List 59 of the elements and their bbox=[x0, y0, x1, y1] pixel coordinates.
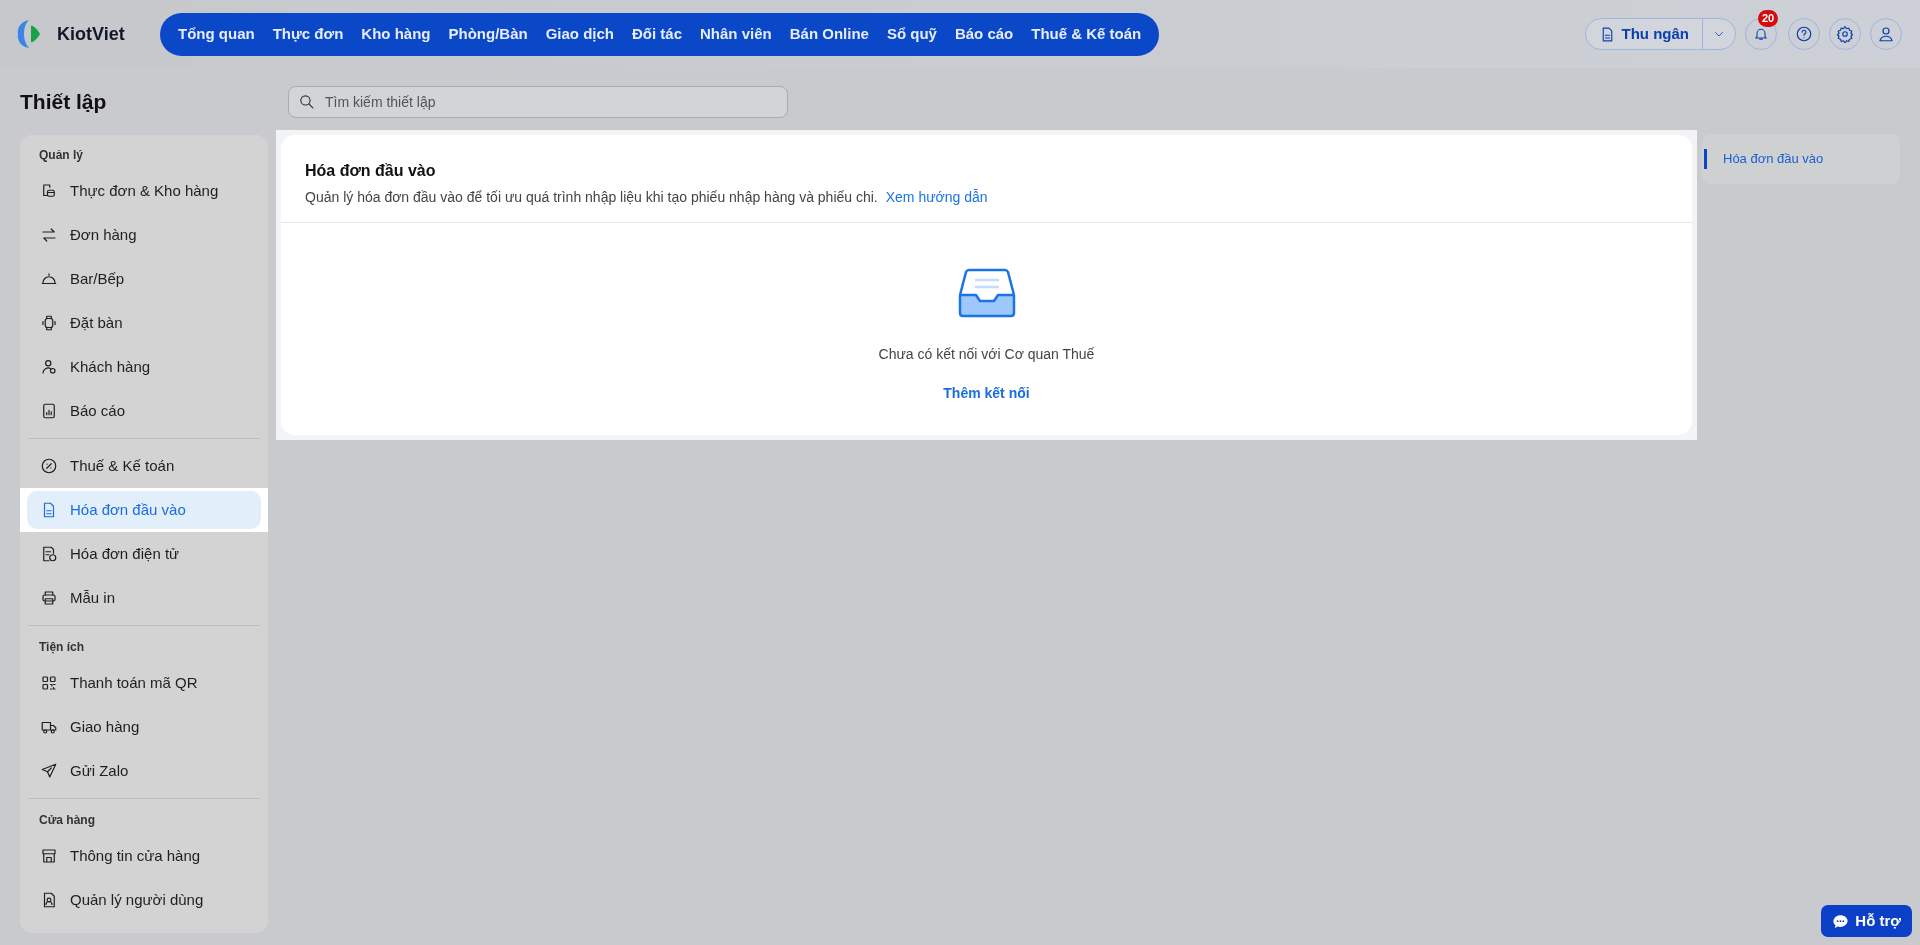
search-field[interactable]: Tìm kiếm thiết lập bbox=[288, 86, 788, 118]
sidebar-item[interactable]: Thuế & Kế toán bbox=[27, 447, 261, 485]
swap-arrows-icon bbox=[40, 226, 58, 244]
chat-bubble-icon bbox=[1832, 912, 1850, 930]
sidebar-item[interactable]: Đơn hàng bbox=[27, 216, 261, 254]
sidebar-item[interactable]: Quản lý người dùng bbox=[27, 881, 261, 919]
sidebar-item[interactable]: Khách hàng bbox=[27, 348, 261, 386]
nav-link[interactable]: Nhân viên bbox=[691, 22, 781, 46]
sidebar-item[interactable]: Đặt bàn bbox=[27, 304, 261, 342]
section-heading: Cửa hàng bbox=[38, 812, 97, 829]
nav-link[interactable]: Tổng quan bbox=[169, 22, 264, 46]
nav-link[interactable]: Đối tác bbox=[623, 22, 692, 46]
nav-link[interactable]: Kho hàng bbox=[352, 22, 440, 46]
nav-link[interactable]: Phòng/Bàn bbox=[439, 22, 537, 46]
nav-link[interactable]: Giao dịch bbox=[536, 22, 623, 46]
nav-link[interactable]: Sổ quỹ bbox=[877, 22, 946, 46]
invoice-icon bbox=[40, 545, 58, 563]
sidebar-item[interactable]: Hóa đơn đầu vào bbox=[27, 491, 261, 529]
sidebar-item[interactable]: Thanh toán mã QR bbox=[27, 664, 261, 702]
section-heading: Tiện ích bbox=[38, 639, 86, 656]
sidebar-item[interactable]: Bar/Bếp bbox=[27, 260, 261, 298]
sidebar-item[interactable]: Mẫu in bbox=[27, 579, 261, 617]
qr-code-icon bbox=[40, 674, 58, 692]
sidebar-item[interactable]: Gửi Zalo bbox=[27, 752, 261, 790]
nav-link[interactable]: Thực đơn bbox=[263, 22, 353, 46]
guide-link[interactable]: Xem hướng dẫn bbox=[885, 187, 988, 208]
settings-icon bbox=[1836, 25, 1854, 43]
toc-link[interactable]: Hóa đơn đầu vào bbox=[1704, 149, 1898, 169]
user-icon bbox=[40, 358, 58, 376]
sidebar-item[interactable]: Báo cáo bbox=[27, 392, 261, 430]
percent-icon bbox=[40, 457, 58, 475]
stack-icon bbox=[40, 182, 58, 200]
notification-badge: 20 bbox=[1758, 10, 1779, 27]
printer-icon bbox=[40, 589, 58, 607]
user-icon bbox=[1877, 25, 1895, 43]
help-icon bbox=[1795, 25, 1813, 43]
sidebar-item[interactable]: Giao hàng bbox=[27, 708, 261, 746]
add-connection-button[interactable]: Thêm kết nối bbox=[943, 383, 1030, 404]
store-icon bbox=[40, 847, 58, 865]
sidebar-item[interactable]: Thực đơn & Kho hàng bbox=[27, 172, 261, 210]
page-title: Thiết lập bbox=[20, 89, 108, 115]
report-icon bbox=[40, 402, 58, 420]
watch-icon bbox=[40, 314, 58, 332]
empty-message: Chưa có kết nối với Cơ quan Thuế bbox=[878, 345, 1095, 364]
nav-link[interactable]: Thuế & Kế toán bbox=[1022, 22, 1151, 46]
section-heading: Quản lý bbox=[38, 147, 84, 164]
nav-link[interactable]: Bán Online bbox=[780, 22, 878, 46]
notification-button[interactable]: 20 bbox=[1745, 10, 1779, 50]
sidebar-item[interactable]: Thông tin cửa hàng bbox=[27, 837, 261, 875]
card-description: Quản lý hóa đơn đầu vào để tối ưu quá trình nhập liệu khi tạo phiếu nhập hàng và phiếu chi. bbox=[305, 188, 878, 207]
search-icon bbox=[298, 93, 315, 110]
paper-plane-icon bbox=[40, 762, 58, 780]
nav-link[interactable]: Báo cáo bbox=[945, 22, 1023, 46]
support-button[interactable]: Hỗ trợ bbox=[1821, 905, 1912, 937]
logo-text: KiotViet bbox=[57, 22, 125, 46]
sidebar-item[interactable]: Hóa đơn điện tử bbox=[27, 535, 261, 573]
card-title: Hóa đơn đầu vào bbox=[305, 161, 437, 181]
empty-inbox-icon bbox=[957, 268, 1016, 318]
cashier-button[interactable]: Thu ngân bbox=[1585, 19, 1702, 49]
